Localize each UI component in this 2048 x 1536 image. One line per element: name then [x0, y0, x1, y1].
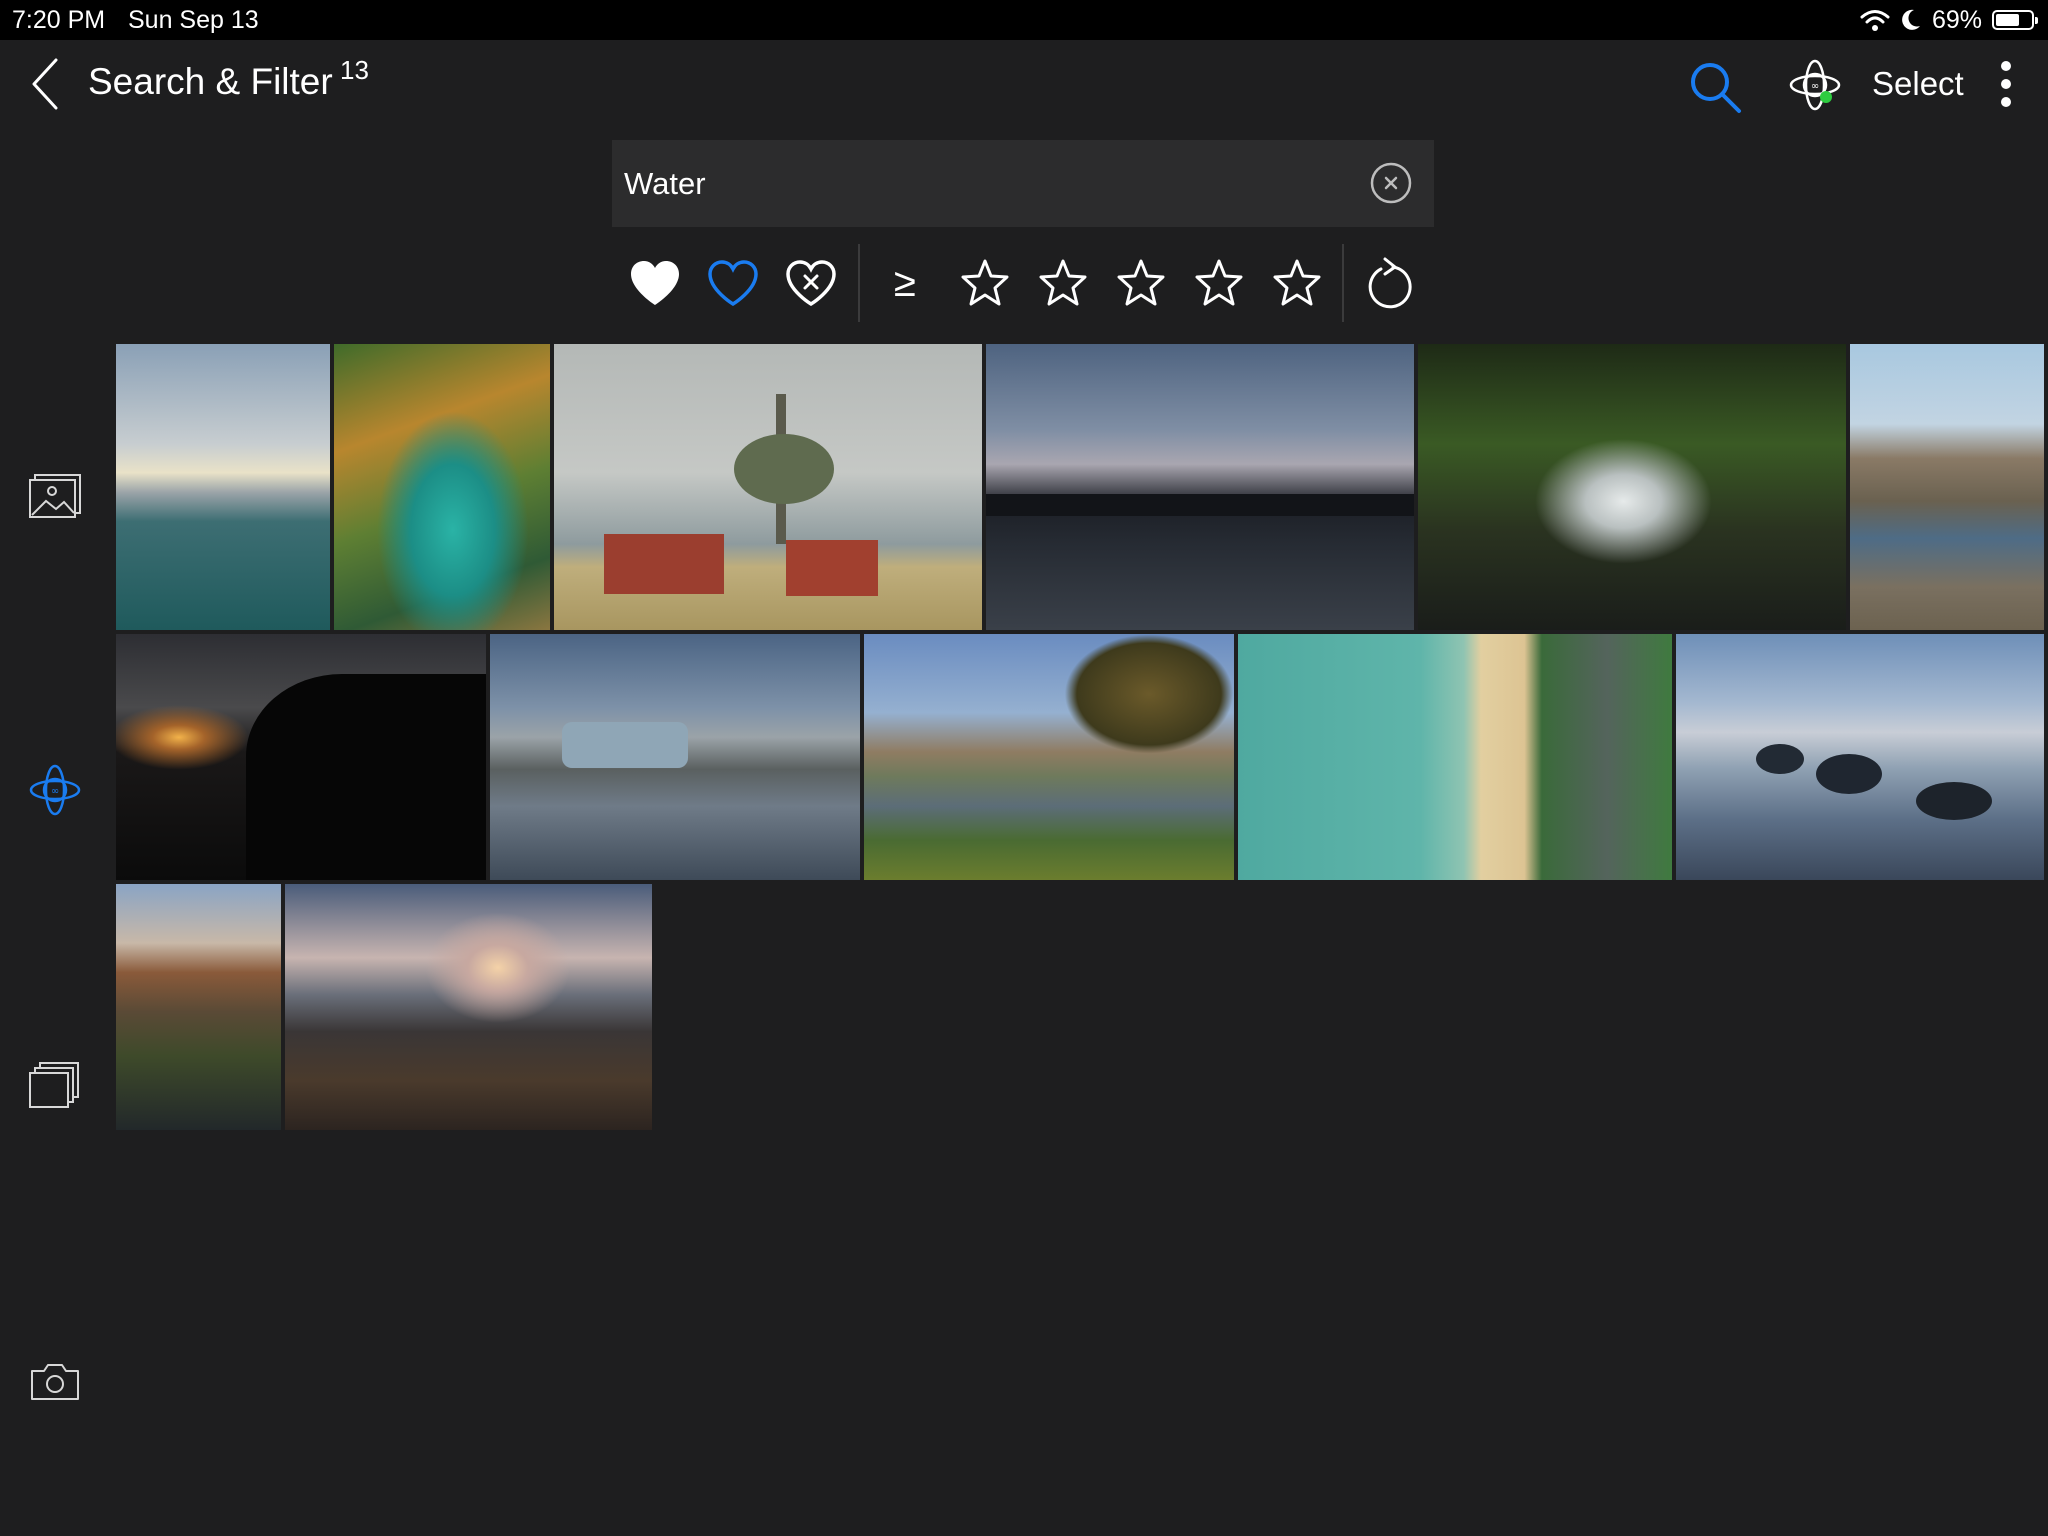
star-outline-icon	[961, 259, 1009, 306]
search-box	[612, 140, 1434, 227]
photo-thumbnail[interactable]	[864, 634, 1234, 880]
sidebar-albums[interactable]	[24, 1058, 86, 1114]
rating-star-3[interactable]	[1108, 250, 1174, 316]
svg-text:∞: ∞	[1811, 81, 1819, 92]
reset-icon	[1368, 257, 1412, 309]
rating-star-5[interactable]	[1264, 250, 1330, 316]
more-dot-icon	[2001, 79, 2011, 89]
photos-icon	[29, 474, 81, 518]
moon-icon	[1902, 9, 1920, 30]
rating-operator-button[interactable]: ≥	[872, 250, 938, 316]
sidebar-smart-search[interactable]: ∞	[24, 762, 86, 818]
heart-outline-icon	[708, 260, 758, 307]
status-bar: 7:20 PM Sun Sep 13 69%	[0, 0, 2048, 40]
photo-thumbnail[interactable]	[116, 884, 281, 1130]
filter-divider	[858, 244, 860, 322]
battery-icon	[1992, 10, 2038, 30]
more-button[interactable]	[1988, 56, 2024, 112]
svg-text:∞: ∞	[51, 786, 59, 797]
clear-search-icon[interactable]	[1370, 162, 1412, 204]
rating-star-2[interactable]	[1030, 250, 1096, 316]
sidebar-photos[interactable]	[24, 468, 86, 524]
atom-button[interactable]: ∞	[1786, 56, 1844, 114]
status-right: 69%	[1860, 4, 2038, 36]
rejected-filter-button[interactable]	[778, 250, 844, 316]
photo-thumbnail[interactable]	[986, 344, 1414, 630]
rating-star-4[interactable]	[1186, 250, 1252, 316]
photo-thumbnail[interactable]	[1238, 634, 1672, 880]
heart-x-icon	[786, 260, 836, 307]
star-outline-icon	[1273, 259, 1321, 306]
search-button[interactable]	[1684, 56, 1746, 118]
photo-thumbnail[interactable]	[1418, 344, 1846, 630]
select-button[interactable]: Select	[1872, 62, 1964, 106]
atom-icon: ∞	[29, 764, 81, 816]
filter-divider	[1342, 244, 1344, 322]
search-icon	[1691, 63, 1741, 113]
battery-percent: 69%	[1931, 5, 1982, 34]
photo-thumbnail[interactable]	[1676, 634, 2044, 880]
sidebar-camera[interactable]	[24, 1354, 86, 1410]
more-dot-icon	[2001, 97, 2011, 107]
status-date: Sun Sep 13	[128, 6, 259, 34]
star-outline-icon	[1195, 259, 1243, 306]
unflagged-filter-button[interactable]	[700, 250, 766, 316]
back-button[interactable]	[22, 56, 68, 112]
wifi-icon	[1860, 10, 1890, 31]
page-title: Search & Filter	[88, 61, 333, 102]
albums-icon	[29, 1062, 79, 1108]
status-time: 7:20 PM	[12, 6, 106, 34]
heart-filled-icon	[631, 261, 679, 305]
search-input[interactable]	[624, 140, 1344, 227]
atom-icon: ∞	[1789, 59, 1841, 111]
photo-thumbnail[interactable]	[490, 634, 860, 880]
camera-icon	[31, 1364, 79, 1400]
photo-thumbnail[interactable]	[1850, 344, 2044, 630]
photo-thumbnail[interactable]	[116, 344, 330, 630]
star-outline-icon	[1039, 259, 1087, 306]
photo-thumbnail[interactable]	[334, 344, 550, 630]
photo-thumbnail[interactable]	[116, 634, 486, 880]
photo-thumbnail[interactable]	[285, 884, 652, 1130]
star-outline-icon	[1117, 259, 1165, 306]
photo-thumbnail[interactable]	[554, 344, 982, 630]
rating-operator: ≥	[894, 260, 916, 305]
chevron-left-icon	[32, 58, 58, 110]
reset-filters-button[interactable]	[1356, 252, 1422, 318]
more-dot-icon	[2001, 61, 2011, 71]
rating-star-1[interactable]	[952, 250, 1018, 316]
favorite-filter-button[interactable]	[622, 250, 688, 316]
result-count: 13	[340, 55, 369, 85]
